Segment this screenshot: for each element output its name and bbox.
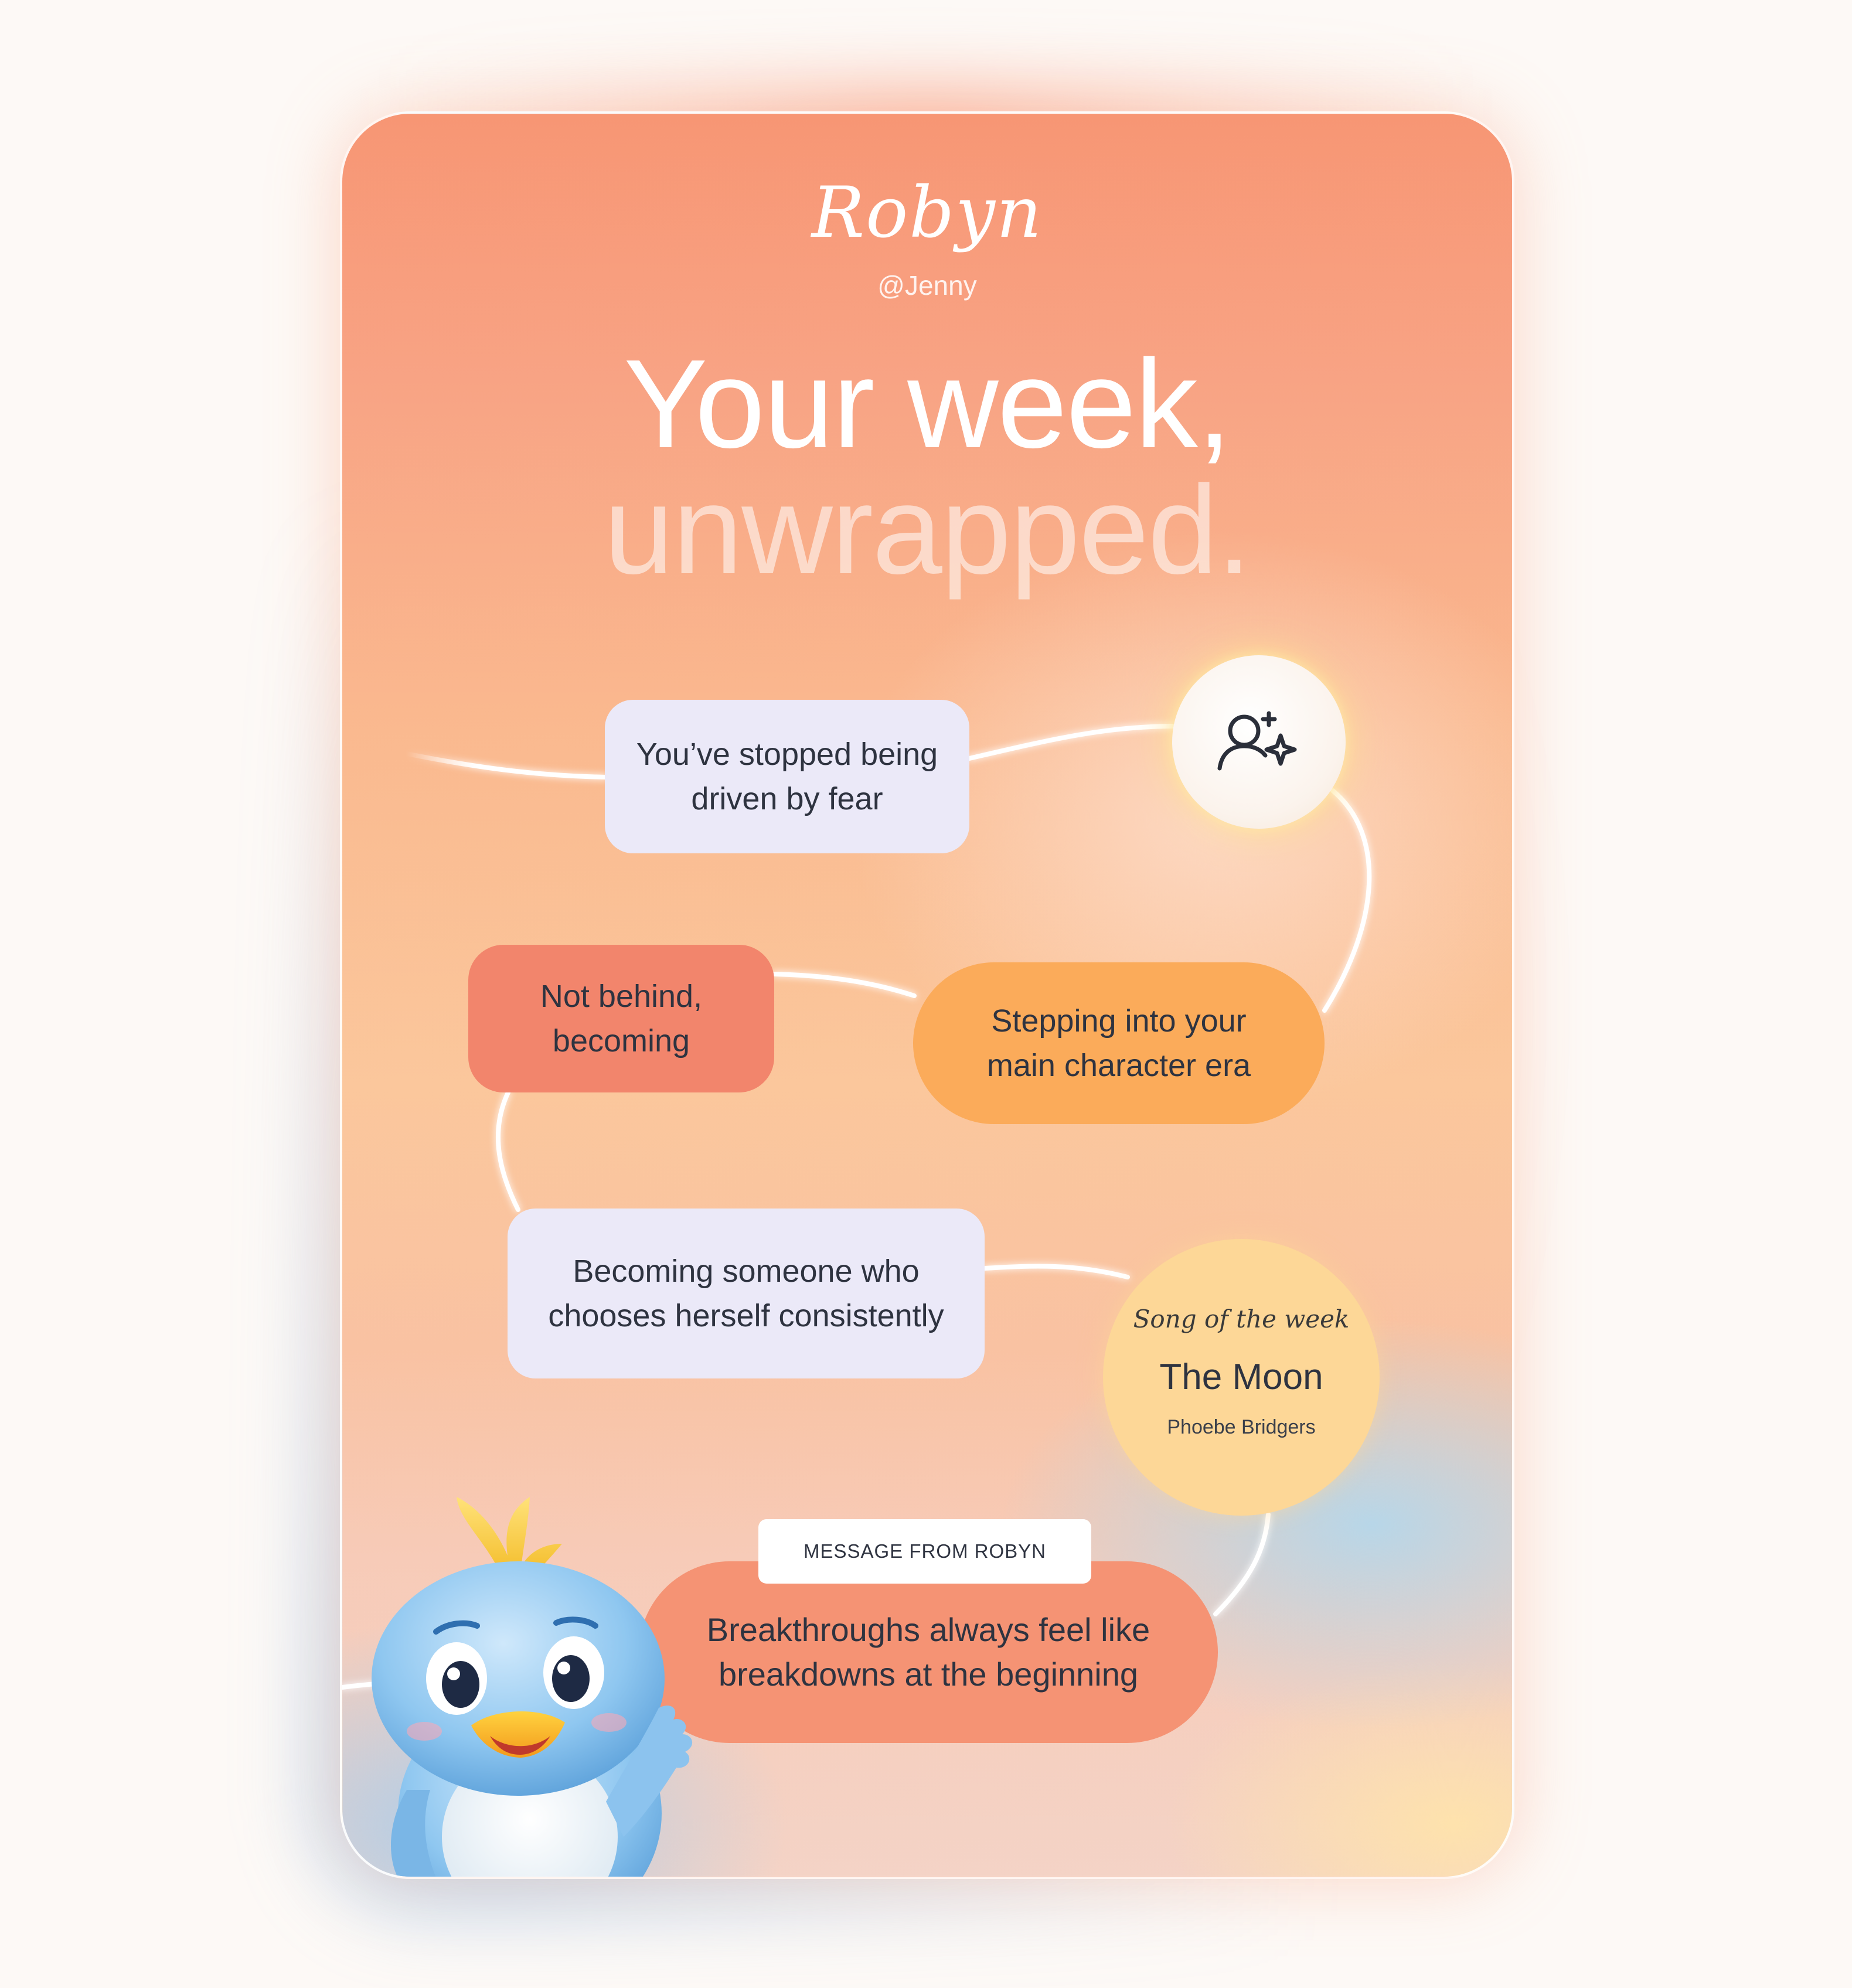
page: Robyn @Jenny Your week, unwrapped. You’v… <box>0 0 1852 1988</box>
bluebird-mascot <box>372 1497 693 1877</box>
insight-bubble-becoming: Not behind, becoming <box>468 945 774 1092</box>
weekly-recap-card: Robyn @Jenny Your week, unwrapped. You’v… <box>340 111 1514 1879</box>
song-of-the-week[interactable]: Song of the week The Moon Phoebe Bridger… <box>1103 1239 1380 1516</box>
headline-line-2: unwrapped. <box>604 459 1252 600</box>
insight-bubble-main-character: Stepping into your main character era <box>913 962 1325 1124</box>
headline-line-1: Your week, <box>624 333 1232 474</box>
user-sparkle-icon <box>1217 711 1297 771</box>
user-handle: @Jenny <box>877 270 977 301</box>
song-artist: Phoebe Bridgers <box>1167 1416 1316 1438</box>
robyn-message-bubble: Breakthroughs always feel like breakdown… <box>639 1561 1218 1743</box>
message-label: MESSAGE FROM ROBYN <box>758 1519 1091 1584</box>
insight-bubble-chooses-herself: Becoming someone who chooses herself con… <box>508 1209 985 1378</box>
song-kicker: Song of the week <box>1133 1305 1350 1333</box>
profile-badge <box>1172 655 1346 829</box>
robyn-logo: Robyn <box>811 172 1043 254</box>
insight-bubble-fear: You’ve stopped being driven by fear <box>605 700 969 853</box>
song-title: The Moon <box>1159 1357 1323 1397</box>
